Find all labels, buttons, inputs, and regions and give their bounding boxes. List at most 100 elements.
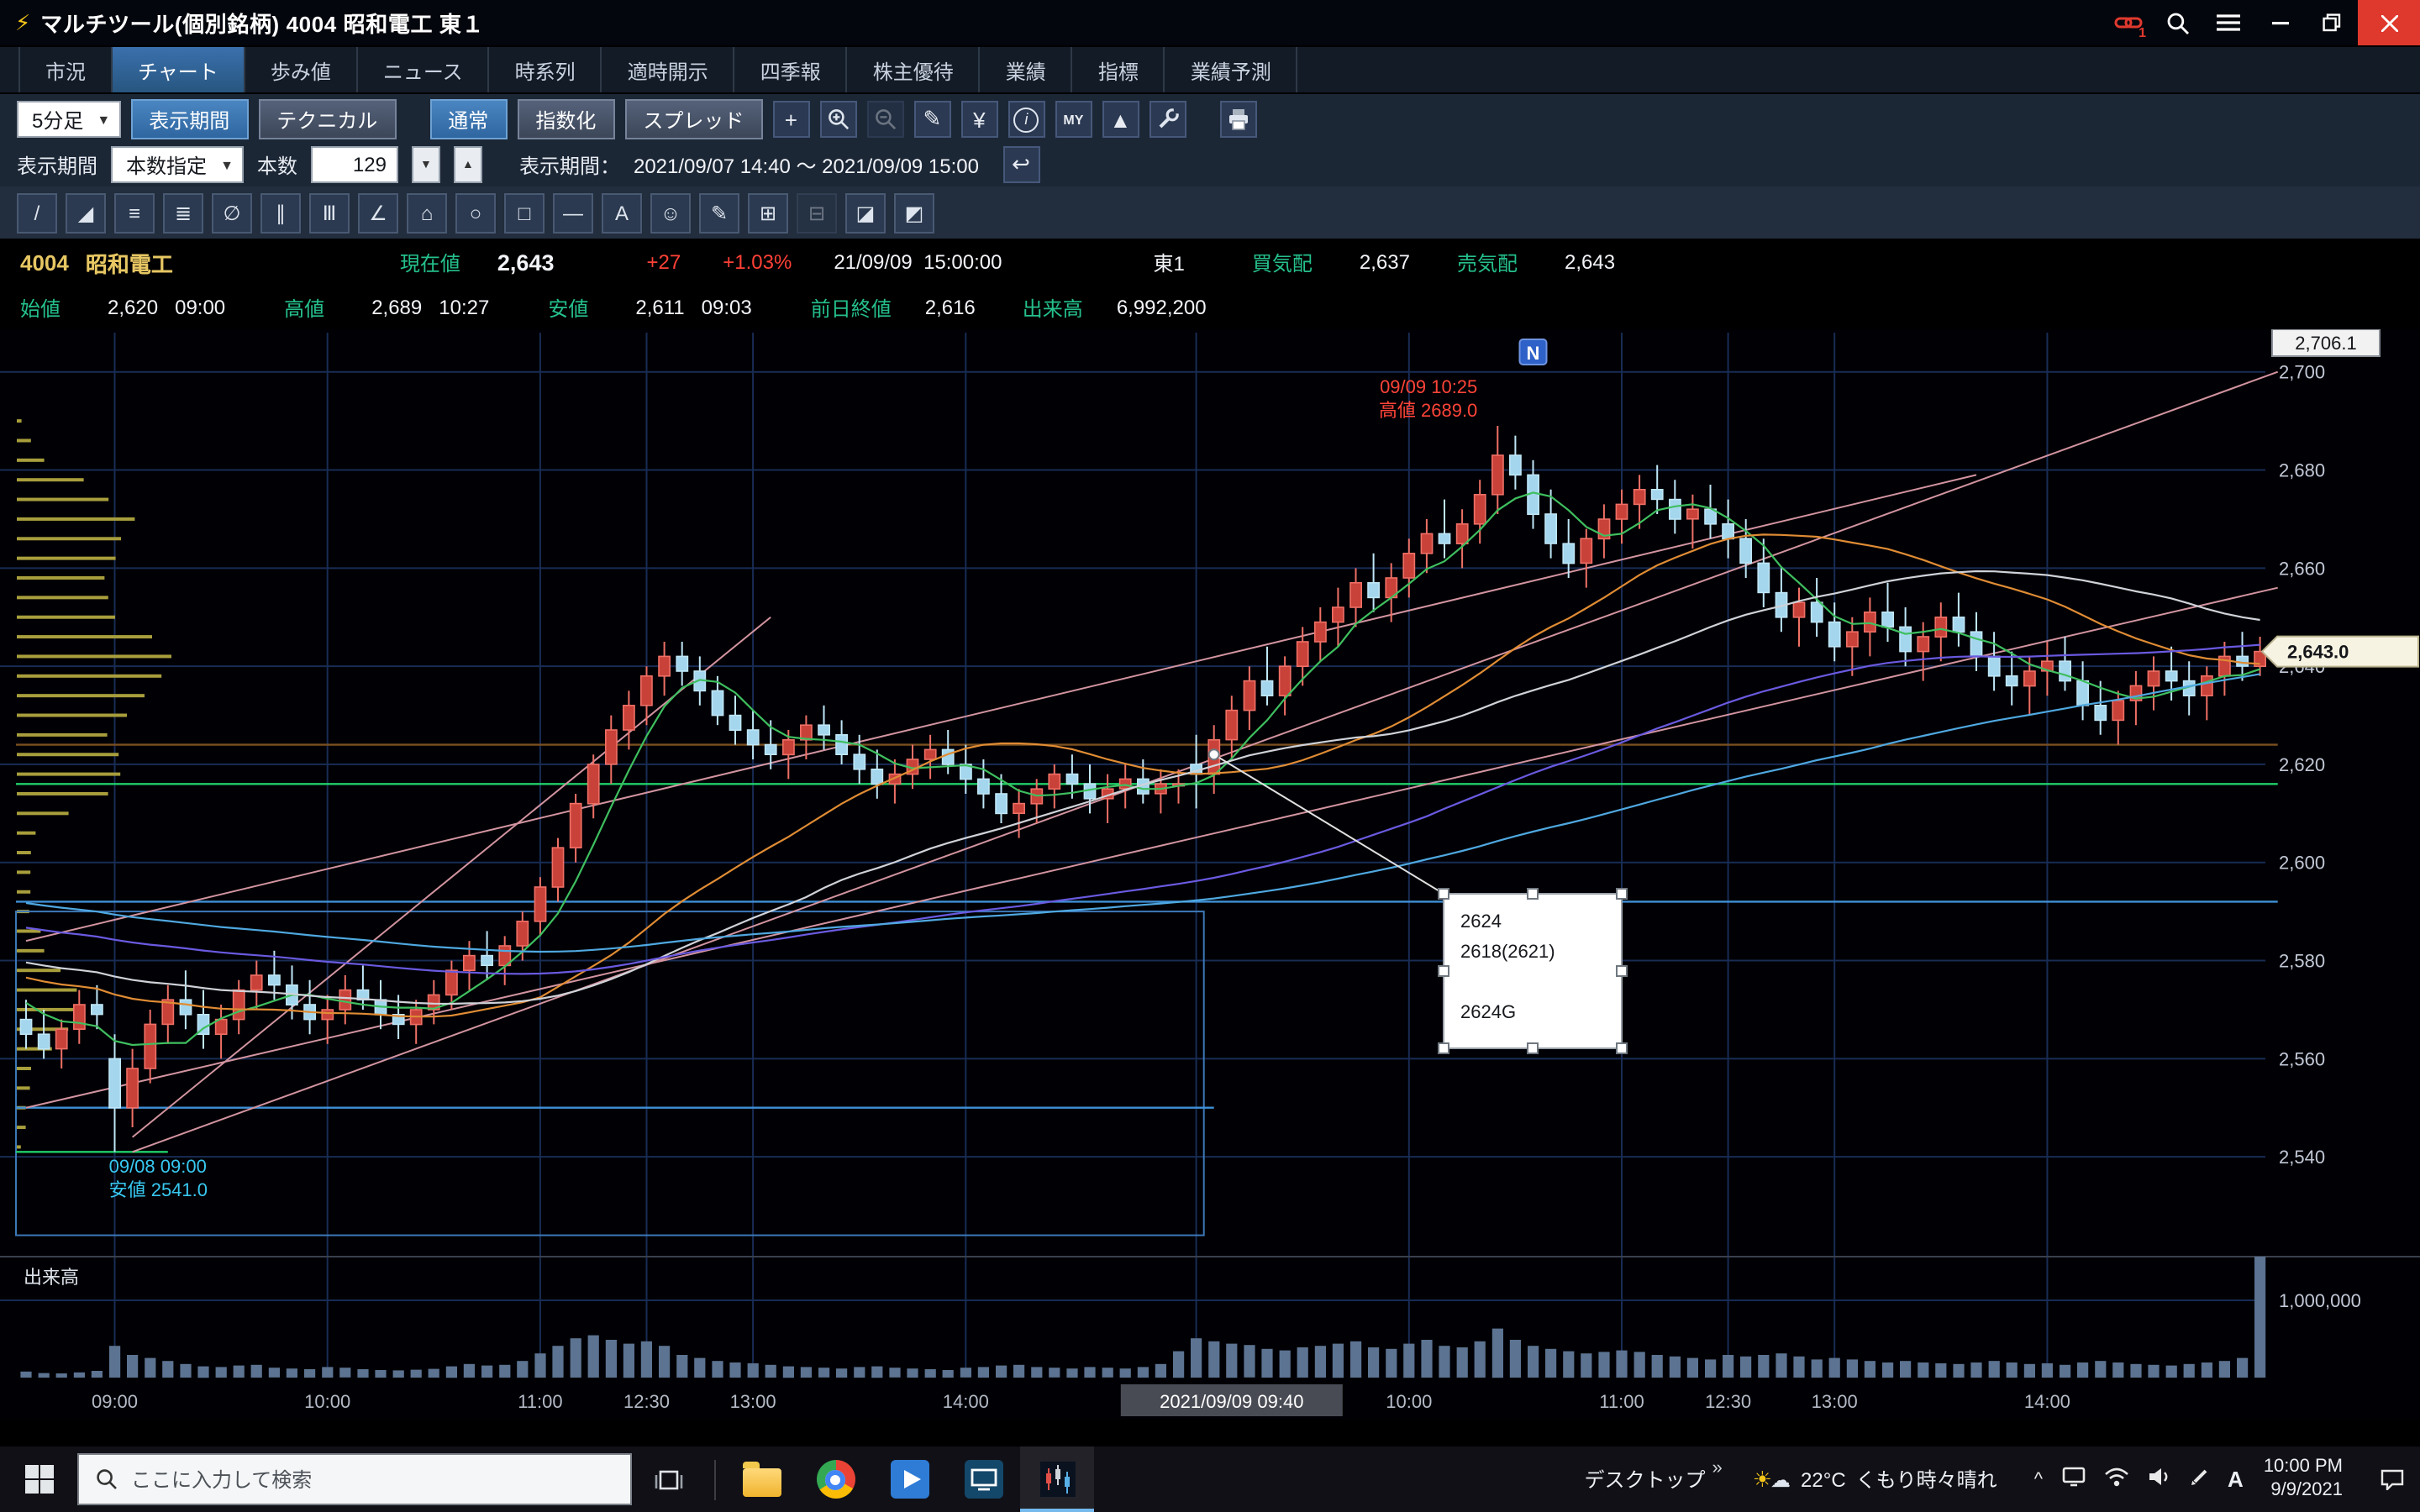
count-up-button[interactable]: ▲ [454, 146, 482, 183]
triangle-tool[interactable]: ◢ [66, 192, 106, 233]
price-change: +27 [647, 250, 681, 274]
quote-row-primary: 4004 昭和電工 現在値 2,643 +27 +1.03% 21/09/09 … [0, 239, 2420, 286]
file-explorer-button[interactable] [724, 1446, 798, 1512]
draw-pencil-button[interactable]: ✎ [913, 101, 950, 138]
polygon-tool[interactable]: ⌂ [407, 192, 447, 233]
market-segment: 東1 [1154, 248, 1185, 276]
horizontal-lines-tool[interactable]: ≡ [114, 192, 155, 233]
tab-四季報[interactable]: 四季報 [735, 47, 848, 94]
volume-icon[interactable] [2147, 1464, 2170, 1494]
task-view-button[interactable] [632, 1446, 706, 1512]
tray-expand-icon[interactable]: ^ [2034, 1469, 2043, 1489]
trendline-tool[interactable]: / [17, 192, 57, 233]
svg-text:2,700: 2,700 [2279, 362, 2325, 383]
tab-株主優待[interactable]: 株主優待 [848, 47, 981, 94]
tab-時系列[interactable]: 時系列 [490, 47, 602, 94]
ellipse-tool[interactable]: ○ [455, 192, 496, 233]
grid-lines-tool[interactable]: ≣ [163, 192, 203, 233]
taskbar-search-input[interactable]: ここに入力して検索 [77, 1453, 632, 1505]
app-bolt-icon: ⚡ [15, 9, 30, 36]
svg-text:13:00: 13:00 [730, 1391, 776, 1412]
info-button[interactable]: i [1007, 101, 1044, 138]
eraser-tool[interactable]: ◪ [845, 192, 886, 233]
svg-text:12:30: 12:30 [1705, 1391, 1751, 1412]
count-down-button[interactable]: ▼ [412, 146, 440, 183]
yen-button[interactable]: ¥ [960, 101, 997, 138]
svg-text:2021/09/09 09:40: 2021/09/09 09:40 [1160, 1391, 1303, 1412]
remote-desktop-button[interactable] [946, 1446, 1020, 1512]
normal-mode-button[interactable]: 通常 [429, 99, 507, 139]
vertical-lines-tool[interactable]: Ⅲ [309, 192, 350, 233]
settings-wrench-button[interactable] [1149, 101, 1186, 138]
indexed-mode-button[interactable]: 指数化 [517, 99, 614, 139]
low-time: 09:03 [702, 296, 752, 319]
current-price: 2,643 [497, 249, 555, 275]
open-price: 2,620 [108, 296, 158, 319]
zoom-in-button[interactable] [819, 101, 856, 138]
gauge-tool[interactable]: ∅ [212, 192, 252, 233]
wifi-icon[interactable] [2103, 1464, 2128, 1494]
area-chart-button[interactable]: ▲ [1102, 101, 1139, 138]
clear-all-tool[interactable]: ◩ [894, 192, 934, 233]
price-chart[interactable]: N09/09 10:25高値 2689.009/08 09:00安値 2541.… [0, 329, 2420, 1420]
taskbar-clock[interactable]: 10:00 PM 9/9/2021 [2264, 1457, 2343, 1503]
titlebar: ⚡ マルチツール(個別銘柄) 4004 昭和電工 東１ 1 [0, 0, 2420, 45]
svg-text:2,560: 2,560 [2279, 1048, 2325, 1069]
period-button[interactable]: 表示期間 [130, 99, 248, 139]
chrome-button[interactable] [798, 1446, 872, 1512]
bar-count-input[interactable]: 129 [311, 146, 398, 183]
volume-label: 出来高 [1023, 293, 1083, 322]
tab-市況[interactable]: 市況 [18, 47, 113, 94]
tab-歩み値[interactable]: 歩み値 [245, 47, 358, 94]
desktop-toolbar[interactable]: デスクトップ » [1584, 1465, 1722, 1494]
print-button[interactable] [1219, 101, 1256, 138]
text-tool[interactable]: A [602, 192, 642, 233]
action-center-button[interactable] [2363, 1446, 2420, 1512]
technical-button[interactable]: テクニカル [258, 99, 396, 139]
period-mode-select[interactable]: 本数指定▼ [111, 146, 244, 183]
tab-指標[interactable]: 指標 [1073, 47, 1165, 94]
angle-line-tool[interactable]: ∠ [358, 192, 398, 233]
tab-適時開示[interactable]: 適時開示 [602, 47, 735, 94]
monitor-icon[interactable] [2061, 1464, 2085, 1494]
horizontal-line-tool[interactable]: ― [553, 192, 593, 233]
search-icon[interactable] [2153, 0, 2203, 45]
quote-datetime: 21/09/09 15:00:00 [834, 250, 1002, 274]
svg-text:14:00: 14:00 [2024, 1391, 2070, 1412]
svg-text:出来高: 出来高 [24, 1267, 79, 1288]
svg-text:N: N [1527, 343, 1540, 364]
rectangle-tool[interactable]: □ [504, 192, 544, 233]
monitor-app-icon [964, 1460, 1002, 1499]
restore-button[interactable] [2306, 0, 2358, 45]
crosshair-button[interactable]: + [772, 101, 809, 138]
period-toolbar: 表示期間 本数指定▼ 本数 129 ▼ ▲ 表示期間： 2021/09/07 1… [0, 143, 2420, 186]
pen-icon[interactable] [2189, 1464, 2209, 1494]
svg-text:09/09 10:25: 09/09 10:25 [1380, 376, 1477, 397]
minimize-button[interactable] [2254, 0, 2306, 45]
start-button[interactable] [0, 1446, 77, 1512]
zoom-out-button[interactable] [866, 101, 903, 138]
high-price: 2,689 [371, 296, 422, 319]
chevron-down-icon: ▼ [97, 112, 110, 127]
ime-mode-indicator[interactable]: A [2228, 1467, 2244, 1492]
menu-icon[interactable] [2203, 0, 2254, 45]
weather-widget[interactable]: ☀☁ 22°C くもり時々晴れ [1753, 1465, 1997, 1494]
folder-icon [742, 1467, 781, 1496]
tab-業績[interactable]: 業績 [981, 47, 1073, 94]
interval-select[interactable]: 5分足▼ [17, 101, 120, 138]
duplicate-tool[interactable]: ⊟ [797, 192, 837, 233]
freehand-tool[interactable]: ✎ [699, 192, 739, 233]
tab-業績予測[interactable]: 業績予測 [1165, 47, 1298, 94]
reset-period-button[interactable]: ↩ [1002, 146, 1039, 183]
trading-app-button[interactable] [1020, 1446, 1094, 1512]
spread-mode-button[interactable]: スプレッド [624, 99, 762, 139]
copy-tool[interactable]: ⊞ [748, 192, 788, 233]
close-button[interactable] [2358, 0, 2420, 45]
icon-stamp-tool[interactable]: ☺ [650, 192, 691, 233]
tab-チャート[interactable]: チャート [113, 47, 245, 94]
tab-ニュース[interactable]: ニュース [358, 47, 490, 94]
media-app-button[interactable] [872, 1446, 946, 1512]
link-icon[interactable]: 1 [2102, 0, 2153, 45]
my-chart-button[interactable]: MY [1055, 101, 1092, 138]
parallel-lines-tool[interactable]: ∥ [260, 192, 301, 233]
